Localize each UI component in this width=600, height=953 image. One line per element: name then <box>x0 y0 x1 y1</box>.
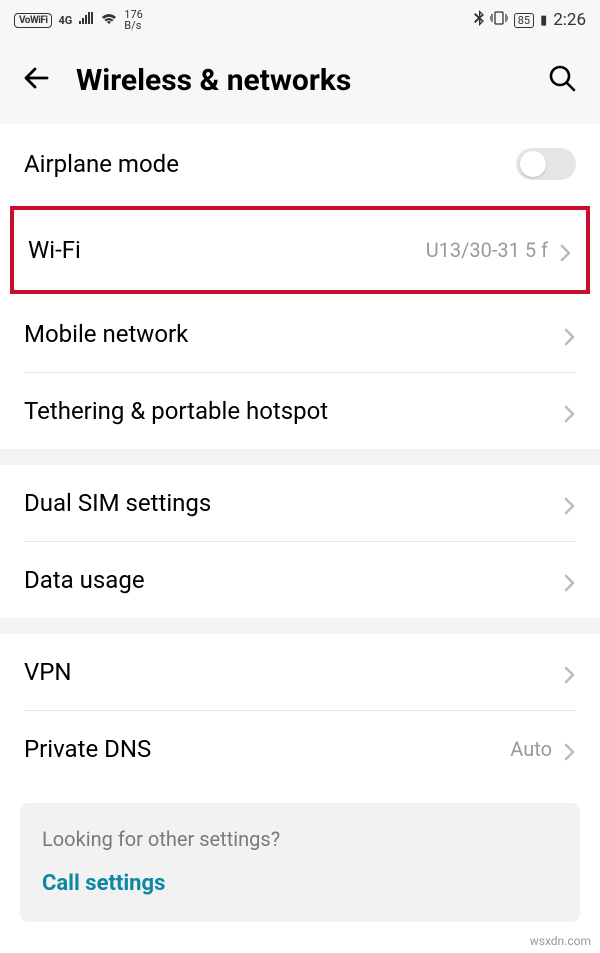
row-label: Data usage <box>24 566 145 594</box>
private-dns-value: Auto <box>510 737 552 761</box>
page-header: Wireless & networks <box>0 40 600 124</box>
section-sim-data: Dual SIM settings Data usage <box>0 465 600 618</box>
chevron-right-icon <box>562 327 576 341</box>
wifi-icon <box>100 11 118 29</box>
row-label: Mobile network <box>24 320 188 348</box>
vowifi-badge: VoWiFi <box>14 13 52 28</box>
watermark: wsxdn.com <box>527 933 594 949</box>
row-wifi[interactable]: Wi-Fi U13/30-31 5 f <box>14 210 586 290</box>
row-label: VPN <box>24 658 72 686</box>
row-data-usage[interactable]: Data usage <box>0 542 600 618</box>
row-airplane-mode[interactable]: Airplane mode <box>0 124 600 204</box>
call-settings-link[interactable]: Call settings <box>42 871 558 896</box>
row-mobile-network[interactable]: Mobile network <box>0 296 600 372</box>
arrow-left-icon <box>21 62 53 98</box>
row-label: Wi-Fi <box>28 236 81 264</box>
search-icon <box>547 63 577 97</box>
chevron-right-icon <box>562 665 576 679</box>
row-label: Private DNS <box>24 735 151 763</box>
chevron-right-icon <box>558 243 572 257</box>
row-dual-sim[interactable]: Dual SIM settings <box>0 465 600 541</box>
section-connectivity: Airplane mode Wi-Fi U13/30-31 5 f Mobile… <box>0 124 600 449</box>
search-button[interactable] <box>544 62 580 98</box>
wifi-value: U13/30-31 5 f <box>426 238 548 262</box>
clock: 2:26 <box>553 10 586 30</box>
status-left: VoWiFi 4G 176 B/s <box>14 9 143 31</box>
vibrate-icon <box>490 11 508 29</box>
toggle-knob <box>520 151 546 177</box>
battery-icon: ▮ <box>540 13 547 28</box>
row-vpn[interactable]: VPN <box>0 634 600 710</box>
footer-prompt: Looking for other settings? <box>42 827 558 851</box>
page-title: Wireless & networks <box>76 63 522 98</box>
row-label: Airplane mode <box>24 150 179 178</box>
row-private-dns[interactable]: Private DNS Auto <box>0 711 600 787</box>
data-rate: 176 B/s <box>124 9 143 31</box>
battery-level: 85 <box>514 13 534 28</box>
other-settings-card: Looking for other settings? Call setting… <box>20 803 580 922</box>
section-vpn-dns: VPN Private DNS Auto <box>0 634 600 787</box>
row-tethering[interactable]: Tethering & portable hotspot <box>0 373 600 449</box>
section-gap <box>0 618 600 634</box>
chevron-right-icon <box>562 404 576 418</box>
network-type: 4G <box>58 14 72 27</box>
row-label: Tethering & portable hotspot <box>24 397 328 425</box>
section-gap <box>0 449 600 465</box>
status-right: 85 ▮ 2:26 <box>474 10 586 30</box>
signal-icon <box>78 11 94 29</box>
chevron-right-icon <box>562 573 576 587</box>
highlight-wifi: Wi-Fi U13/30-31 5 f <box>10 206 590 294</box>
airplane-toggle[interactable] <box>516 148 576 180</box>
status-bar: VoWiFi 4G 176 B/s 85 ▮ 2:26 <box>0 0 600 40</box>
bluetooth-icon <box>474 10 484 30</box>
row-label: Dual SIM settings <box>24 489 211 517</box>
chevron-right-icon <box>562 496 576 510</box>
back-button[interactable] <box>20 63 54 97</box>
chevron-right-icon <box>562 742 576 756</box>
